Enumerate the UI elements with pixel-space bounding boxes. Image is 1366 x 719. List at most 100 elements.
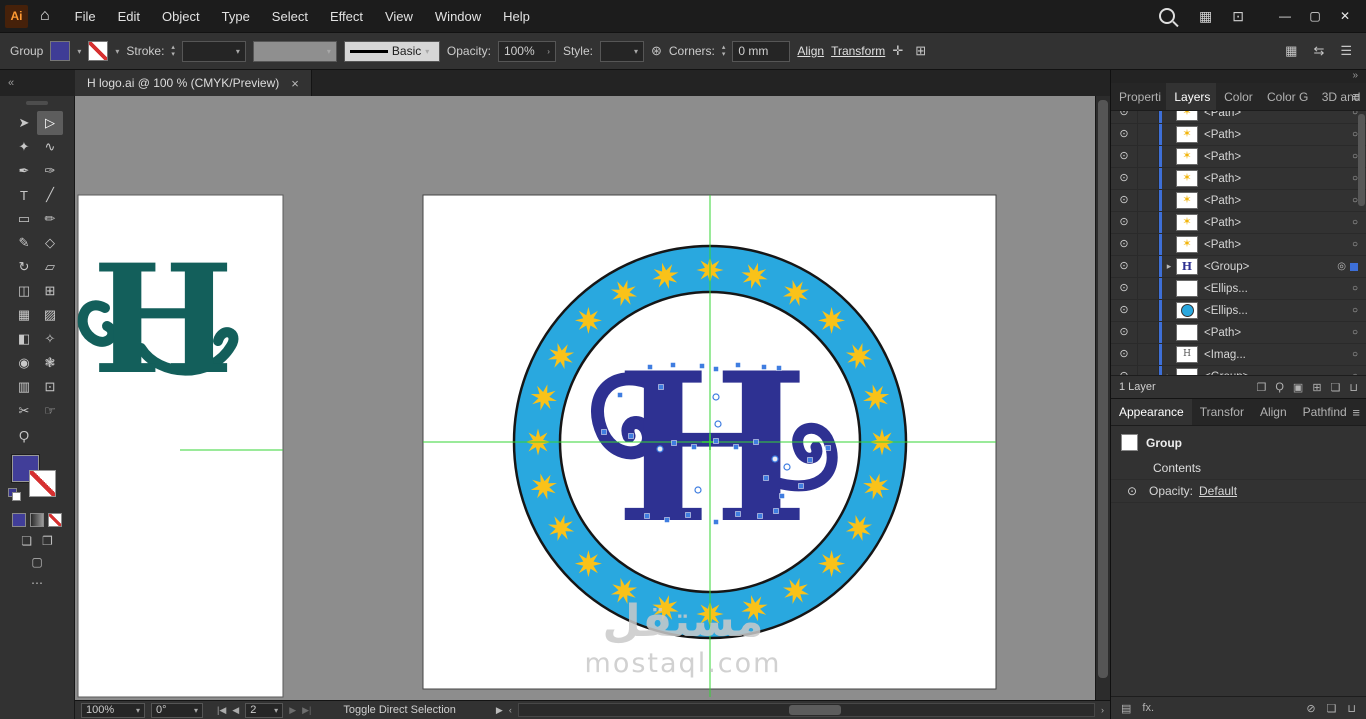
teal-letter-group[interactable]: H xyxy=(77,232,239,408)
scroll-right-icon[interactable]: › xyxy=(1101,705,1104,715)
pen-tool[interactable]: ✒ xyxy=(11,159,37,183)
artboard-select[interactable]: 2 ▾ xyxy=(245,702,284,718)
lasso-tool[interactable]: ∿ xyxy=(37,135,63,159)
vertical-scrollbar[interactable] xyxy=(1095,96,1110,700)
visibility-toggle-icon[interactable]: ⊙ xyxy=(1111,124,1138,145)
draw-behind-icon[interactable]: ❐ xyxy=(42,534,53,548)
recolor-artwork-icon[interactable]: ⊛ xyxy=(651,43,662,59)
layers-scrollbar-thumb[interactable] xyxy=(1358,114,1365,206)
menu-item-window[interactable]: Window xyxy=(424,0,492,32)
tab-color-g[interactable]: Color G xyxy=(1259,83,1314,110)
layer-row[interactable]: ⊙ ▸ <Group> ○ xyxy=(1111,366,1366,375)
blend-tool[interactable]: ◉ xyxy=(11,351,37,375)
anchor-handle-point[interactable] xyxy=(771,455,779,463)
anchor-point[interactable] xyxy=(757,513,763,519)
last-artboard-button[interactable]: ▶| xyxy=(302,705,311,716)
vertical-scrollbar-thumb[interactable] xyxy=(1098,100,1108,678)
workspace-switcher-icon[interactable]: ☰ xyxy=(1340,43,1352,59)
tab-transfor[interactable]: Transfor xyxy=(1192,399,1252,425)
gradient-mode-button[interactable] xyxy=(30,513,44,527)
layer-row[interactable]: ⊙ ✶ <Path> ○ xyxy=(1111,212,1366,234)
appearance-item-row[interactable]: Group xyxy=(1111,426,1366,457)
rectangle-tool[interactable]: ▭ xyxy=(11,207,37,231)
target-icon[interactable]: ○ xyxy=(1352,349,1358,360)
anchor-point[interactable] xyxy=(685,512,691,518)
visibility-toggle-icon[interactable]: ⊙ xyxy=(1111,300,1138,321)
edit-column[interactable] xyxy=(1138,256,1159,277)
anchor-point[interactable] xyxy=(691,444,697,450)
scroll-left-icon[interactable]: ‹ xyxy=(509,705,512,715)
close-button[interactable]: ✕ xyxy=(1330,5,1360,27)
anchor-point[interactable] xyxy=(713,438,719,444)
edit-column[interactable] xyxy=(1138,322,1159,343)
layer-row[interactable]: ⊙ ✶ <Path> ○ xyxy=(1111,124,1366,146)
anchor-point[interactable] xyxy=(753,439,759,445)
default-fill-stroke-icon[interactable] xyxy=(8,488,21,501)
locate-object-icon[interactable]: Ϙ xyxy=(1275,381,1284,394)
target-icon[interactable]: ○ xyxy=(1352,217,1358,228)
horizontal-scrollbar[interactable] xyxy=(517,703,1095,717)
curvature-tool[interactable]: ✑ xyxy=(37,159,63,183)
layer-row[interactable]: ⊙ ✶ <Path> ○ xyxy=(1111,190,1366,212)
anchor-point[interactable] xyxy=(798,483,804,489)
hand-tool[interactable]: ☞ xyxy=(37,399,63,423)
toolbar-grip[interactable] xyxy=(26,101,48,105)
zoom-tool[interactable]: Ϙ xyxy=(11,423,37,447)
delete-selection-icon[interactable]: ⊔ xyxy=(1349,381,1358,394)
tab-properti[interactable]: Properti xyxy=(1111,83,1166,110)
anchor-point[interactable] xyxy=(664,517,670,523)
anchor-point[interactable] xyxy=(761,364,767,370)
anchor-point[interactable] xyxy=(825,445,831,451)
paintbrush-tool[interactable]: ✏ xyxy=(37,207,63,231)
logo-letter[interactable]: H xyxy=(615,329,809,569)
column-graph-tool[interactable]: ▥ xyxy=(11,375,37,399)
appearance-opacity-row[interactable]: ⊙ Opacity: Default xyxy=(1111,479,1366,503)
target-icon[interactable]: ○ xyxy=(1352,283,1358,294)
anchor-point[interactable] xyxy=(763,475,769,481)
expand-dock-icon[interactable]: » xyxy=(1352,70,1358,81)
anchor-point[interactable] xyxy=(671,440,677,446)
line-segment-tool[interactable]: ╱ xyxy=(37,183,63,207)
make-clipping-mask-icon[interactable]: ▣ xyxy=(1293,381,1303,394)
previous-artboard-button[interactable]: ◀ xyxy=(232,705,239,716)
menu-item-effect[interactable]: Effect xyxy=(319,0,374,32)
anchor-point[interactable] xyxy=(807,457,813,463)
horizontal-scrollbar-thumb[interactable] xyxy=(789,705,841,715)
delete-selected-item-icon[interactable]: ⊔ xyxy=(1347,702,1356,715)
color-mode-button[interactable] xyxy=(12,513,26,527)
edit-column[interactable] xyxy=(1138,212,1159,233)
menu-item-file[interactable]: File xyxy=(64,0,107,32)
anchor-handle-point[interactable] xyxy=(714,420,722,428)
zoom-select[interactable]: 100% ▾ xyxy=(81,702,145,718)
visibility-toggle-icon[interactable]: ⊙ xyxy=(1111,234,1138,255)
edit-column[interactable] xyxy=(1138,366,1159,375)
draw-normal-icon[interactable]: ❏ xyxy=(21,534,32,548)
stroke-color-swatch[interactable] xyxy=(88,41,109,61)
stroke-swatch[interactable] xyxy=(29,470,56,497)
expand-toggle-icon[interactable]: ▸ xyxy=(1162,261,1176,272)
gradient-tool[interactable]: ◧ xyxy=(11,327,37,351)
opacity-visibility-icon[interactable]: ⊙ xyxy=(1121,484,1143,498)
layer-row[interactable]: ⊙ H <Imag... ○ xyxy=(1111,344,1366,366)
anchor-point[interactable] xyxy=(617,392,623,398)
tab-align[interactable]: Align xyxy=(1252,399,1295,425)
home-icon[interactable]: ⌂ xyxy=(40,7,50,25)
magic-wand-tool[interactable]: ✦ xyxy=(11,135,37,159)
align-to-glyph-icon[interactable]: ✛ xyxy=(892,43,903,59)
stroke-style-select[interactable]: Basic ▾ xyxy=(343,40,440,62)
close-tab-icon[interactable]: × xyxy=(291,76,299,91)
eraser-tool[interactable]: ◇ xyxy=(37,231,63,255)
fill-chevron-down-icon[interactable]: ▾ xyxy=(77,47,81,56)
anchor-handle-point[interactable] xyxy=(694,486,702,494)
width-tool[interactable]: ◫ xyxy=(11,279,37,303)
visibility-toggle-icon[interactable]: ⊙ xyxy=(1111,278,1138,299)
new-layer-icon[interactable]: ❏ xyxy=(1331,381,1341,394)
anchor-point[interactable] xyxy=(658,384,664,390)
new-sublayer-icon[interactable]: ⊞ xyxy=(1312,381,1321,394)
rotate-tool[interactable]: ↻ xyxy=(11,255,37,279)
anchor-point[interactable] xyxy=(733,444,739,450)
target-icon[interactable]: ○ xyxy=(1352,371,1358,375)
direct-selection-tool[interactable]: ▷ xyxy=(37,111,63,135)
change-screen-mode-icon[interactable]: ▢ xyxy=(31,555,42,569)
status-options-icon[interactable]: ▶ xyxy=(496,705,503,716)
